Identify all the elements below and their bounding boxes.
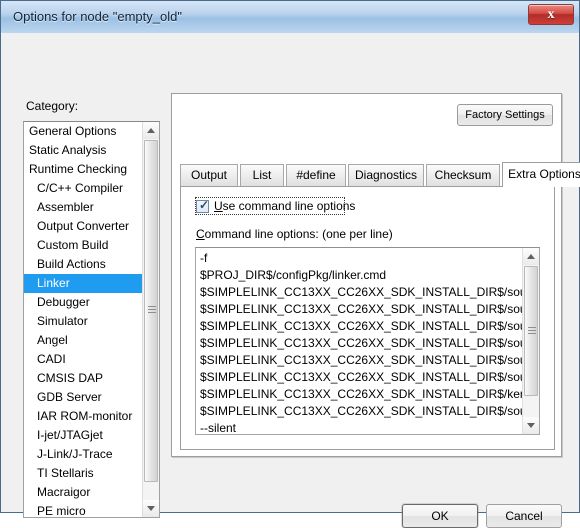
category-item[interactable]: Output Converter: [24, 217, 144, 236]
category-listbox[interactable]: General Options Static Analysis Runtime Ch…: [23, 121, 160, 518]
textarea-scrollbar[interactable]: [522, 248, 539, 434]
command-line-entry: --silent: [200, 421, 237, 434]
scrollbar-grip-icon: [528, 327, 536, 334]
category-item[interactable]: PE micro: [24, 502, 144, 517]
category-scroll-down-icon[interactable]: [143, 500, 159, 517]
category-item[interactable]: CMSIS DAP: [24, 369, 144, 388]
category-item[interactable]: Simulator: [24, 312, 144, 331]
label-rest: se command line options: [222, 199, 356, 213]
category-item[interactable]: I-jet/JTAGjet: [24, 426, 144, 445]
category-item[interactable]: Debugger: [24, 293, 144, 312]
command-line-options-text[interactable]: -f $PROJ_DIR$/configPkg/linker.cmd $SIMPLE…: [196, 248, 524, 434]
command-line-entry: $SIMPLELINK_CC13XX_CC26XX_SDK_INSTALL_DI…: [200, 302, 524, 316]
extra-options-tab-page: ✓ Use command line options Command line …: [180, 186, 555, 450]
close-icon[interactable]: x: [528, 4, 574, 25]
use-command-line-options-label[interactable]: Use command line options: [214, 199, 355, 213]
use-command-line-options-checkbox[interactable]: ✓: [196, 198, 210, 213]
category-item[interactable]: CADI: [24, 350, 144, 369]
command-line-entry: $SIMPLELINK_CC13XX_CC26XX_SDK_INSTALL_DI…: [200, 387, 524, 401]
dialog-client-area: Category: General Options Static Analysis…: [2, 33, 580, 528]
category-item[interactable]: Macraigor: [24, 483, 144, 502]
tab-diagnostics[interactable]: Diagnostics: [348, 164, 424, 186]
command-line-options-textarea[interactable]: -f $PROJ_DIR$/configPkg/linker.cmd $SIMPLE…: [195, 247, 540, 435]
category-item[interactable]: TI Stellaris: [24, 464, 144, 483]
command-line-entry: -f: [200, 251, 208, 265]
command-line-entry: $SIMPLELINK_CC13XX_CC26XX_SDK_INSTALL_DI…: [200, 370, 524, 384]
category-list[interactable]: General Options Static Analysis Runtime Ch…: [24, 122, 144, 517]
factory-settings-button[interactable]: Factory Settings: [457, 104, 553, 126]
accel-char: C: [196, 227, 205, 241]
category-label: Category:: [26, 99, 79, 113]
category-item[interactable]: Angel: [24, 331, 144, 350]
command-line-entry: $SIMPLELINK_CC13XX_CC26XX_SDK_INSTALL_DI…: [200, 404, 524, 418]
category-scroll-up-icon[interactable]: [143, 122, 159, 139]
command-line-entry: $SIMPLELINK_CC13XX_CC26XX_SDK_INSTALL_DI…: [200, 353, 524, 367]
category-item[interactable]: Build Actions: [24, 255, 144, 274]
category-scrollbar[interactable]: [142, 122, 159, 517]
command-line-entry: $SIMPLELINK_CC13XX_CC26XX_SDK_INSTALL_DI…: [200, 336, 524, 350]
category-item[interactable]: IAR ROM-monitor: [24, 407, 144, 426]
category-scrollbar-thumb[interactable]: [144, 140, 158, 482]
category-item[interactable]: GDB Server: [24, 388, 144, 407]
category-item[interactable]: Static Analysis: [24, 141, 144, 160]
category-item[interactable]: Custom Build: [24, 236, 144, 255]
options-panel: Factory Settings Output List #define Diagno…: [171, 93, 580, 457]
category-item[interactable]: C/C++ Compiler: [24, 179, 144, 198]
title-bar: Options for node "empty_old" x: [1, 1, 579, 34]
category-item[interactable]: General Options: [24, 122, 144, 141]
command-line-entry: $SIMPLELINK_CC13XX_CC26XX_SDK_INSTALL_DI…: [200, 319, 524, 333]
tab-output[interactable]: Output: [180, 164, 238, 186]
command-line-options-caption: Command line options: (one per line): [196, 227, 393, 241]
window-title: Options for node "empty_old": [13, 9, 182, 24]
accel-char: U: [214, 199, 223, 213]
options-dialog-window: Options for node "empty_old" x Category:…: [0, 0, 580, 528]
command-line-entry: $PROJ_DIR$/configPkg/linker.cmd: [200, 268, 387, 282]
tab-checksum[interactable]: Checksum: [426, 164, 500, 186]
tab-list[interactable]: List: [240, 164, 284, 186]
scrollbar-grip-icon: [148, 306, 156, 313]
caption-rest: ommand line options: (one per line): [204, 227, 393, 241]
category-item[interactable]: Assembler: [24, 198, 144, 217]
category-item[interactable]: J-Link/J-Trace: [24, 445, 144, 464]
close-glyph: x: [547, 7, 555, 22]
command-line-entry: $SIMPLELINK_CC13XX_CC26XX_SDK_INSTALL_DI…: [200, 285, 524, 299]
cancel-button[interactable]: Cancel: [486, 504, 562, 528]
tab-define[interactable]: #define: [286, 164, 346, 186]
ok-button[interactable]: OK: [402, 504, 478, 528]
checkmark-icon: ✓: [199, 198, 210, 212]
tab-bar: Output List #define Diagnostics Checksum Extr…: [180, 162, 580, 187]
category-item[interactable]: Runtime Checking: [24, 160, 144, 179]
tab-extra-options[interactable]: Extra Options: [502, 162, 580, 187]
category-item[interactable]: Linker: [24, 274, 144, 293]
textarea-scroll-down-icon[interactable]: [523, 417, 539, 434]
textarea-scroll-up-icon[interactable]: [523, 248, 539, 265]
textarea-scrollbar-thumb[interactable]: [524, 266, 538, 396]
